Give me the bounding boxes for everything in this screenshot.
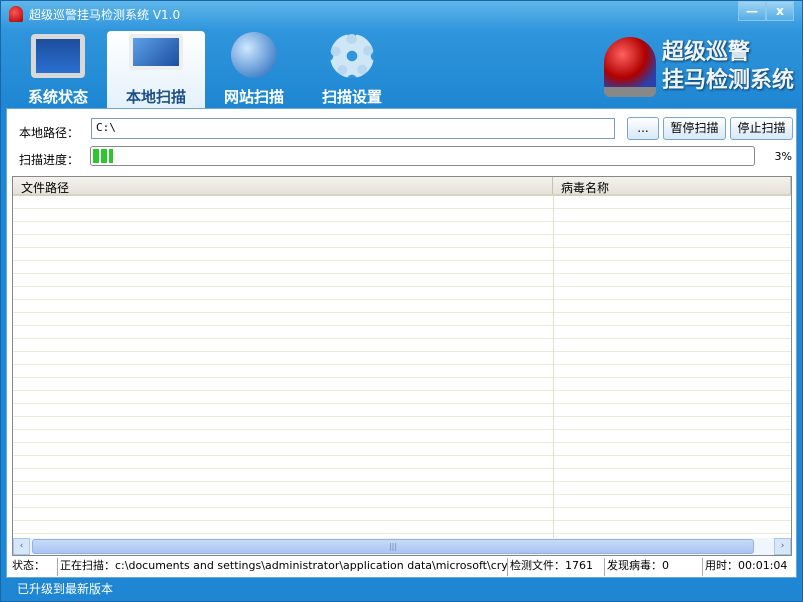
tab-label: 系统状态: [27, 88, 88, 106]
status-files-checked: 检测文件：1761: [508, 558, 605, 576]
logo-line1: 超级巡警: [661, 40, 750, 65]
app-window: 超级巡警挂马检测系统 V1.0 — x 系统状态 本地扫描 网站扫描 扫描设置 …: [0, 0, 803, 602]
path-input[interactable]: C:\: [91, 118, 615, 139]
gear-icon: [330, 34, 374, 78]
tab-local-scan[interactable]: 本地扫描: [107, 31, 205, 109]
title-bar: 超级巡警挂马检测系统 V1.0 — x: [1, 1, 802, 27]
tab-label: 本地扫描: [125, 88, 186, 106]
scan-progress-bar: [90, 146, 755, 166]
path-label: 本地路径：: [19, 126, 80, 140]
status-viruses-found: 发现病毒：0: [605, 558, 703, 576]
column-divider: [553, 196, 554, 538]
table-header: 文件路径 病毒名称: [13, 177, 791, 196]
status-scanning-path: 正在扫描：c:\documents and settings\administr…: [58, 558, 508, 576]
stop-scan-button[interactable]: 停止扫描: [730, 117, 793, 140]
tab-scan-settings[interactable]: 扫描设置: [303, 31, 401, 109]
tab-label: 网站扫描: [223, 88, 284, 106]
scan-status-bar: 状态： 正在扫描：c:\documents and settings\admin…: [10, 558, 793, 576]
scroll-right-button[interactable]: ›: [774, 538, 791, 555]
horizontal-scrollbar[interactable]: ‹ ||| ›: [13, 538, 791, 555]
monitor-pulse-icon: [31, 34, 85, 78]
column-virus-name[interactable]: 病毒名称: [553, 177, 791, 195]
siren-icon: [603, 37, 656, 97]
scroll-thumb[interactable]: |||: [32, 539, 754, 554]
window-title: 超级巡警挂马检测系统 V1.0: [29, 7, 181, 22]
computer-icon: [129, 34, 183, 70]
results-table: 文件路径 病毒名称 ‹ ||| ›: [12, 176, 792, 556]
progress-fill: [93, 149, 113, 163]
update-status: 已升级到最新版本: [17, 582, 114, 596]
pause-scan-button[interactable]: 暂停扫描: [663, 117, 726, 140]
status-label: 状态：: [10, 558, 58, 576]
minimize-button[interactable]: —: [738, 1, 766, 21]
scroll-left-button[interactable]: ‹: [13, 538, 30, 555]
table-body: [13, 196, 791, 538]
brand-logo: 超级巡警 挂马检测系统: [603, 37, 794, 97]
siren-app-icon: [9, 6, 23, 22]
status-elapsed-time: 用时：00:01:04: [705, 559, 788, 572]
progress-label: 扫描进度：: [19, 153, 80, 167]
column-file-path[interactable]: 文件路径: [13, 177, 553, 195]
local-scan-panel: 本地路径： C:\ ... 暂停扫描 停止扫描 扫描进度： 3% 文件路径 病毒…: [6, 108, 797, 578]
main-tabs: 系统状态 本地扫描 网站扫描 扫描设置: [9, 31, 401, 109]
globe-icon: [231, 32, 277, 78]
tab-system-status[interactable]: 系统状态: [9, 31, 107, 109]
browse-button[interactable]: ...: [627, 117, 659, 140]
progress-percent: 3%: [774, 150, 792, 163]
tab-website-scan[interactable]: 网站扫描: [205, 31, 303, 109]
tab-label: 扫描设置: [321, 88, 382, 106]
close-button[interactable]: x: [766, 1, 794, 21]
logo-line2: 挂马检测系统: [661, 68, 794, 93]
